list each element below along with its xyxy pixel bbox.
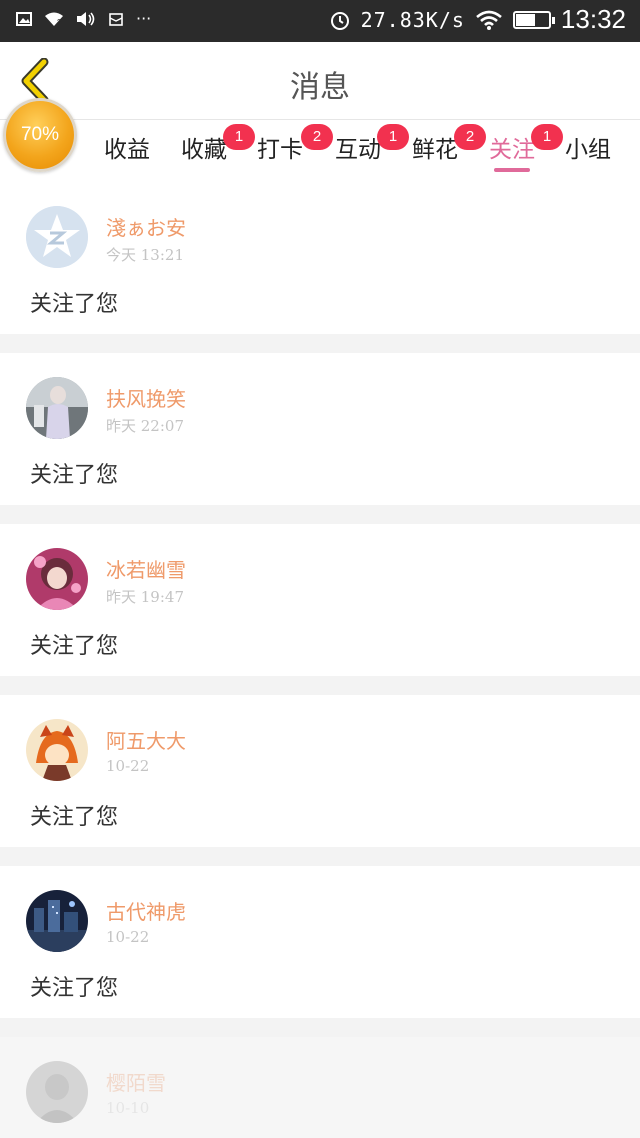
avatar[interactable] — [26, 548, 88, 610]
tab-label: 收益 — [104, 137, 150, 163]
tab-label: 关注 — [489, 137, 535, 163]
notification-card[interactable]: 冰若幽雪 昨天 19:47 关注了您 — [0, 524, 640, 676]
gallery-icon — [16, 11, 32, 26]
notification-time: 昨天 22:07 — [106, 417, 184, 435]
photo-avatar-icon — [26, 377, 88, 439]
page-title: 消息 — [290, 70, 350, 105]
status-bar-left: ? ··· — [16, 9, 151, 28]
notification-card[interactable]: 樱陌雪 10-10 — [0, 1037, 640, 1138]
follower-name[interactable]: 阿五大大 — [106, 725, 186, 754]
mail-icon — [109, 12, 123, 26]
avatar[interactable] — [26, 377, 88, 439]
tab-group[interactable]: 小组 — [565, 130, 611, 164]
notification-time: 10-10 — [106, 1099, 150, 1117]
avatar[interactable] — [26, 890, 88, 952]
anime-avatar-icon — [26, 548, 88, 610]
tab-label: 打卡 — [257, 137, 303, 163]
floating-memory-ball[interactable]: 70% — [3, 98, 77, 172]
notification-card[interactable]: 淺ぁお安 今天 13:21 关注了您 — [0, 182, 640, 334]
unread-badge: 2 — [454, 124, 486, 150]
unread-badge: 1 — [377, 124, 409, 150]
grey-avatar-icon — [26, 1061, 88, 1123]
volume-icon — [77, 11, 95, 26]
follower-name[interactable]: 樱陌雪 — [106, 1067, 166, 1096]
tab-label: 鲜花 — [412, 137, 458, 163]
wifi-question-icon: ? — [45, 12, 63, 27]
notification-message: 关注了您 — [30, 463, 119, 488]
status-bar: ? ··· 27.83K/s 13:32 — [0, 0, 640, 42]
battery-icon — [512, 10, 555, 29]
qq-default-avatar-icon — [26, 206, 88, 268]
status-bar-right: 27.83K/s 13:32 — [329, 4, 626, 35]
tab-label: 小组 — [565, 137, 611, 163]
unread-badge: 2 — [301, 124, 333, 150]
notification-card[interactable]: 阿五大大 10-22 关注了您 — [0, 695, 640, 847]
clock: 13:32 — [560, 4, 626, 34]
follower-name[interactable]: 冰若幽雪 — [106, 554, 186, 583]
tab-favorites[interactable]: 收藏 1 — [181, 124, 255, 164]
follower-name[interactable]: 淺ぁお安 — [106, 212, 186, 241]
unread-badge: 1 — [531, 124, 563, 150]
notification-time: 今天 13:21 — [106, 246, 184, 264]
anime-fox-avatar-icon — [26, 719, 88, 781]
tab-interaction[interactable]: 互动 1 — [335, 124, 409, 164]
active-tab-indicator — [494, 168, 530, 172]
tab-bar: 白 收益 收藏 1 打卡 2 互动 1 鲜花 2 关注 1 小组 — [0, 120, 640, 182]
notification-time: 昨天 19:47 — [106, 588, 184, 606]
follower-name[interactable]: 古代神虎 — [106, 896, 186, 925]
unread-badge: 1 — [223, 124, 255, 150]
city-night-avatar-icon — [26, 890, 88, 952]
notification-card[interactable]: 扶风挽笑 昨天 22:07 关注了您 — [0, 353, 640, 505]
avatar[interactable] — [26, 719, 88, 781]
avatar[interactable] — [26, 1061, 88, 1123]
wifi-icon — [476, 10, 502, 30]
app-header: 消息 — [0, 42, 640, 120]
notification-card[interactable]: 古代神虎 10-22 关注了您 — [0, 866, 640, 1018]
tab-follow[interactable]: 关注 1 — [489, 124, 563, 164]
notification-message: 关注了您 — [30, 805, 119, 830]
follower-name[interactable]: 扶风挽笑 — [106, 383, 186, 412]
tab-earnings[interactable]: 收益 — [104, 130, 150, 164]
svg-text:?: ? — [57, 18, 62, 27]
more-notifications: ··· — [136, 9, 152, 28]
alarm-icon — [330, 11, 349, 30]
notification-time: 10-22 — [106, 757, 150, 775]
notification-time: 10-22 — [106, 928, 150, 946]
notification-message: 关注了您 — [30, 634, 119, 659]
tab-label: 互动 — [335, 137, 381, 163]
avatar[interactable] — [26, 206, 88, 268]
tab-label: 收藏 — [181, 137, 227, 163]
notification-list: 淺ぁお安 今天 13:21 关注了您 扶风挽笑 昨天 22:07 关注了您 冰若… — [0, 182, 640, 1138]
tab-flowers[interactable]: 鲜花 2 — [412, 124, 486, 164]
network-speed: 27.83K/s — [360, 7, 465, 32]
notification-message: 关注了您 — [30, 976, 119, 1001]
tab-checkin[interactable]: 打卡 2 — [257, 124, 333, 164]
notification-message: 关注了您 — [30, 292, 119, 317]
